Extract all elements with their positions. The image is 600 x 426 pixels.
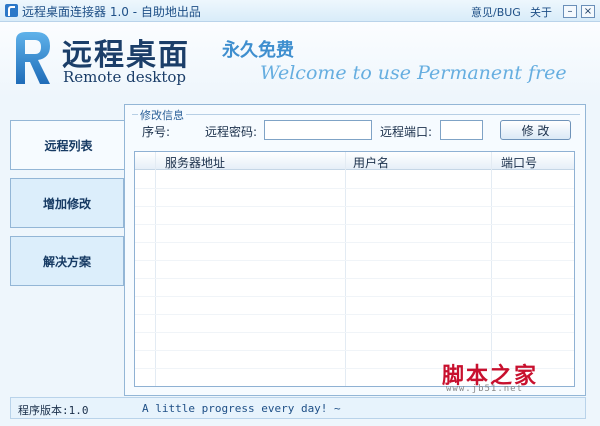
header-banner: 远程桌面 Remote desktop 永久免费 Welcome to use … bbox=[0, 22, 600, 98]
nav-add-modify[interactable]: 增加修改 bbox=[10, 178, 124, 228]
row-divider bbox=[135, 242, 574, 243]
modify-button[interactable]: 修 改 bbox=[500, 120, 571, 140]
close-button[interactable]: × bbox=[581, 5, 595, 18]
version-label: 程序版本:1.0 bbox=[18, 404, 89, 417]
nav-remote-list[interactable]: 远程列表 bbox=[10, 120, 126, 170]
site-watermark-url: www.jb51.net bbox=[446, 384, 524, 394]
slogan-free: 永久免费 bbox=[222, 40, 294, 61]
port-input[interactable] bbox=[440, 120, 483, 140]
server-list-table[interactable]: 服务器地址 用户名 端口号 bbox=[134, 151, 575, 387]
column-header-username[interactable]: 用户名 bbox=[353, 154, 389, 171]
row-divider bbox=[135, 296, 574, 297]
row-divider bbox=[135, 206, 574, 207]
slogan-welcome: Welcome to use Permanent free bbox=[260, 62, 567, 84]
row-divider bbox=[135, 224, 574, 225]
logo-subtitle: Remote desktop bbox=[63, 68, 187, 86]
port-label: 远程端口: bbox=[380, 125, 433, 139]
column-header-port[interactable]: 端口号 bbox=[501, 154, 537, 171]
about-link[interactable]: 关于 bbox=[530, 4, 552, 20]
nav-solutions[interactable]: 解决方案 bbox=[10, 236, 124, 286]
password-input[interactable] bbox=[264, 120, 372, 140]
window-title: 远程桌面连接器 1.0 - 自助地出品 bbox=[22, 5, 201, 19]
seq-label: 序号: bbox=[142, 125, 171, 139]
nav-remote-list-label: 远程列表 bbox=[44, 139, 93, 153]
minimize-button[interactable]: – bbox=[563, 5, 577, 18]
row-divider bbox=[135, 278, 574, 279]
remote-desktop-logo-icon bbox=[16, 32, 50, 84]
title-bar: 远程桌面连接器 1.0 - 自助地出品 意见/BUG 关于 – × bbox=[0, 0, 600, 22]
table-header: 服务器地址 用户名 端口号 bbox=[135, 152, 574, 170]
nav-solutions-label: 解决方案 bbox=[42, 255, 91, 269]
app-logo-icon bbox=[5, 4, 18, 17]
motto-text: A little progress every day! ~ bbox=[142, 402, 341, 415]
row-divider bbox=[135, 350, 574, 351]
password-label: 远程密码: bbox=[205, 125, 258, 139]
feedback-link[interactable]: 意见/BUG bbox=[471, 4, 521, 20]
column-header-server[interactable]: 服务器地址 bbox=[165, 154, 225, 171]
nav-add-modify-label: 增加修改 bbox=[42, 197, 91, 211]
row-divider bbox=[135, 260, 574, 261]
row-divider bbox=[135, 332, 574, 333]
row-divider bbox=[135, 188, 574, 189]
edit-group-legend: 修改信息 bbox=[138, 107, 186, 123]
row-divider bbox=[135, 314, 574, 315]
